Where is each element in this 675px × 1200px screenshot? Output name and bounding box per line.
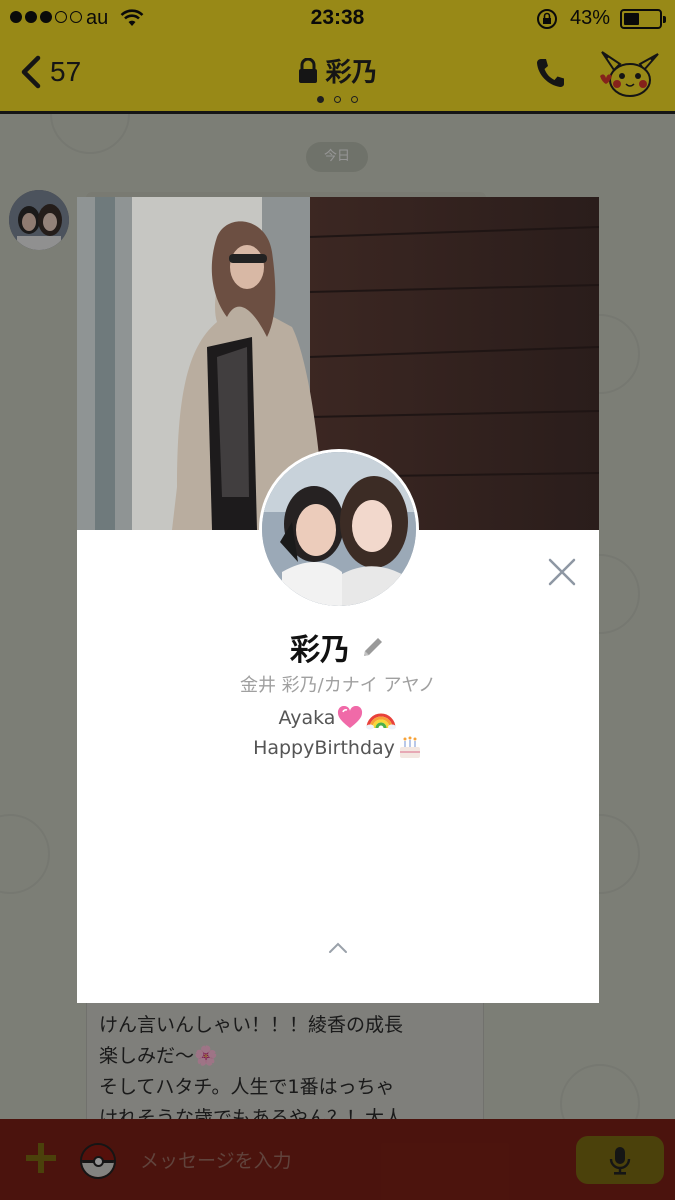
status-line-1: Ayaka: [278, 707, 336, 729]
profile-name-row: 彩乃: [77, 625, 599, 669]
close-icon[interactable]: [547, 557, 577, 587]
profile-name: 彩乃: [290, 633, 350, 668]
rainbow-emoji: [366, 713, 397, 730]
pink-heart-emoji: [338, 706, 363, 728]
profile-sub-name: 金井 彩乃/カナイ アヤノ: [239, 675, 437, 696]
status-message: Ayaka HappyBirthday: [77, 703, 599, 763]
chevron-up-icon[interactable]: [328, 942, 348, 954]
profile-avatar[interactable]: [259, 449, 419, 609]
status-line-2: HappyBirthday: [253, 737, 395, 759]
birthday-cake-emoji: [399, 736, 420, 758]
pencil-icon[interactable]: [360, 634, 386, 660]
profile-modal: 彩乃 金井 彩乃/カナイ アヤノ Ayaka HappyBirthday: [77, 197, 599, 1003]
